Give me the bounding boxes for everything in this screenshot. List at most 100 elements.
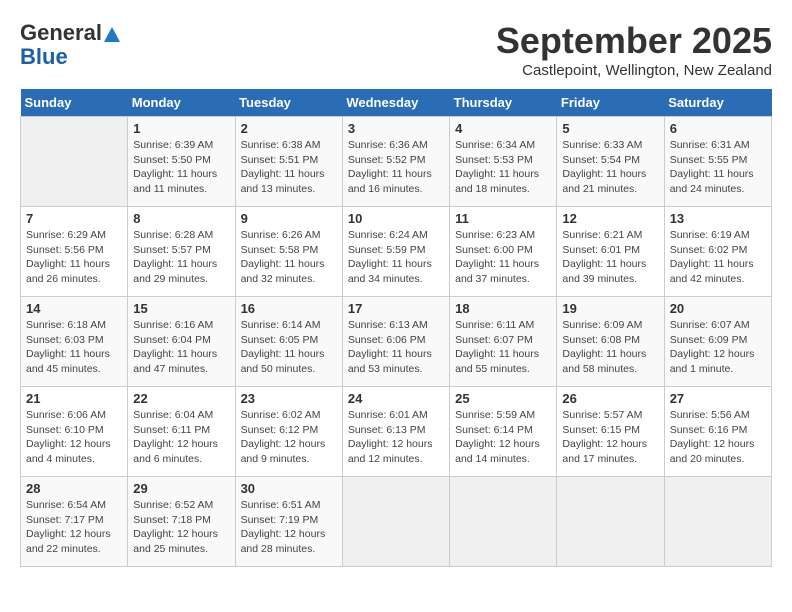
day-info: Sunrise: 6:19 AMSunset: 6:02 PMDaylight:… (670, 228, 766, 287)
day-info: Sunrise: 6:51 AMSunset: 7:19 PMDaylight:… (241, 498, 337, 557)
calendar-cell: 1Sunrise: 6:39 AMSunset: 5:50 PMDaylight… (128, 117, 235, 207)
logo-general: General (20, 20, 102, 45)
day-info: Sunrise: 6:01 AMSunset: 6:13 PMDaylight:… (348, 408, 444, 467)
day-info: Sunrise: 6:06 AMSunset: 6:10 PMDaylight:… (26, 408, 122, 467)
calendar-cell (450, 477, 557, 567)
day-number: 7 (26, 211, 122, 226)
day-info: Sunrise: 6:34 AMSunset: 5:53 PMDaylight:… (455, 138, 551, 197)
day-number: 16 (241, 301, 337, 316)
calendar-cell: 25 Sunrise: 5:59 AMSunset: 6:14 PMDayligh… (450, 387, 557, 477)
day-number: 29 (133, 481, 229, 496)
day-number: 19 (562, 301, 658, 316)
calendar-cell: 10 Sunrise: 6:24 AMSunset: 5:59 PMDayligh… (342, 207, 449, 297)
day-number: 4 (455, 121, 551, 136)
calendar-cell: 13 Sunrise: 6:19 AMSunset: 6:02 PMDayligh… (664, 207, 771, 297)
day-number: 28 (26, 481, 122, 496)
day-info: Sunrise: 6:07 AMSunset: 6:09 PMDaylight:… (670, 318, 766, 377)
day-info: Sunrise: 6:13 AMSunset: 6:06 PMDaylight:… (348, 318, 444, 377)
day-number: 1 (133, 121, 229, 136)
calendar-cell: 2 Sunrise: 6:38 AMSunset: 5:51 PMDaylight… (235, 117, 342, 207)
day-number: 5 (562, 121, 658, 136)
calendar-cell: 23Sunrise: 6:02 AMSunset: 6:12 PMDayligh… (235, 387, 342, 477)
day-info: Sunrise: 6:24 AMSunset: 5:59 PMDaylight:… (348, 228, 444, 287)
day-info: Sunrise: 6:02 AMSunset: 6:12 PMDaylight:… (241, 408, 337, 467)
day-of-week-header: Sunday (21, 89, 128, 117)
day-number: 8 (133, 211, 229, 226)
day-of-week-header: Friday (557, 89, 664, 117)
day-number: 20 (670, 301, 766, 316)
day-number: 15 (133, 301, 229, 316)
day-info: Sunrise: 6:23 AMSunset: 6:00 PMDaylight:… (455, 228, 551, 287)
calendar-cell: 22Sunrise: 6:04 AMSunset: 6:11 PMDayligh… (128, 387, 235, 477)
day-info: Sunrise: 6:21 AMSunset: 6:01 PMDaylight:… (562, 228, 658, 287)
calendar-cell: 21 Sunrise: 6:06 AMSunset: 6:10 PMDayligh… (21, 387, 128, 477)
calendar-cell: 24 Sunrise: 6:01 AMSunset: 6:13 PMDayligh… (342, 387, 449, 477)
calendar-week-row: 7 Sunrise: 6:29 AMSunset: 5:56 PMDaylight… (21, 207, 772, 297)
day-info: Sunrise: 6:09 AMSunset: 6:08 PMDaylight:… (562, 318, 658, 377)
day-number: 9 (241, 211, 337, 226)
day-number: 18 (455, 301, 551, 316)
day-number: 21 (26, 391, 122, 406)
location-subtitle: Castlepoint, Wellington, New Zealand (496, 62, 772, 79)
calendar-table: SundayMondayTuesdayWednesdayThursdayFrid… (20, 89, 772, 567)
day-number: 24 (348, 391, 444, 406)
day-info: Sunrise: 5:56 AMSunset: 6:16 PMDaylight:… (670, 408, 766, 467)
calendar-cell: 27Sunrise: 5:56 AMSunset: 6:16 PMDayligh… (664, 387, 771, 477)
calendar-cell (664, 477, 771, 567)
calendar-cell (342, 477, 449, 567)
calendar-cell: 17Sunrise: 6:13 AMSunset: 6:06 PMDayligh… (342, 297, 449, 387)
day-number: 25 (455, 391, 551, 406)
day-number: 3 (348, 121, 444, 136)
day-number: 11 (455, 211, 551, 226)
calendar-cell: 18Sunrise: 6:11 AMSunset: 6:07 PMDayligh… (450, 297, 557, 387)
day-of-week-header: Tuesday (235, 89, 342, 117)
day-info: Sunrise: 6:26 AMSunset: 5:58 PMDaylight:… (241, 228, 337, 287)
calendar-cell: 11 Sunrise: 6:23 AMSunset: 6:00 PMDayligh… (450, 207, 557, 297)
calendar-cell: 20 Sunrise: 6:07 AMSunset: 6:09 PMDayligh… (664, 297, 771, 387)
day-info: Sunrise: 6:18 AMSunset: 6:03 PMDaylight:… (26, 318, 122, 377)
day-number: 10 (348, 211, 444, 226)
calendar-cell: 15Sunrise: 6:16 AMSunset: 6:04 PMDayligh… (128, 297, 235, 387)
calendar-cell: 7 Sunrise: 6:29 AMSunset: 5:56 PMDaylight… (21, 207, 128, 297)
calendar-week-row: 1Sunrise: 6:39 AMSunset: 5:50 PMDaylight… (21, 117, 772, 207)
day-number: 30 (241, 481, 337, 496)
logo-blue: Blue (20, 44, 68, 70)
day-info: Sunrise: 6:33 AMSunset: 5:54 PMDaylight:… (562, 138, 658, 197)
calendar-week-row: 21 Sunrise: 6:06 AMSunset: 6:10 PMDayligh… (21, 387, 772, 477)
calendar-cell: 28 Sunrise: 6:54 AMSunset: 7:17 PMDayligh… (21, 477, 128, 567)
day-info: Sunrise: 5:59 AMSunset: 6:14 PMDaylight:… (455, 408, 551, 467)
days-of-week-row: SundayMondayTuesdayWednesdayThursdayFrid… (21, 89, 772, 117)
calendar-cell: 5 Sunrise: 6:33 AMSunset: 5:54 PMDaylight… (557, 117, 664, 207)
day-number: 14 (26, 301, 122, 316)
day-number: 12 (562, 211, 658, 226)
calendar-cell: 3 Sunrise: 6:36 AMSunset: 5:52 PMDaylight… (342, 117, 449, 207)
calendar-header: SundayMondayTuesdayWednesdayThursdayFrid… (21, 89, 772, 117)
day-number: 26 (562, 391, 658, 406)
day-of-week-header: Monday (128, 89, 235, 117)
day-info: Sunrise: 6:52 AMSunset: 7:18 PMDaylight:… (133, 498, 229, 557)
calendar-cell: 8Sunrise: 6:28 AMSunset: 5:57 PMDaylight… (128, 207, 235, 297)
calendar-cell: 29 Sunrise: 6:52 AMSunset: 7:18 PMDayligh… (128, 477, 235, 567)
title-block: September 2025 Castlepoint, Wellington, … (496, 20, 772, 79)
calendar-cell: 30 Sunrise: 6:51 AMSunset: 7:19 PMDayligh… (235, 477, 342, 567)
day-info: Sunrise: 6:54 AMSunset: 7:17 PMDaylight:… (26, 498, 122, 557)
logo: General Blue (20, 20, 120, 70)
day-info: Sunrise: 6:31 AMSunset: 5:55 PMDaylight:… (670, 138, 766, 197)
day-of-week-header: Thursday (450, 89, 557, 117)
day-number: 6 (670, 121, 766, 136)
page-header: General Blue September 2025 Castlepoint,… (20, 20, 772, 79)
day-info: Sunrise: 6:38 AMSunset: 5:51 PMDaylight:… (241, 138, 337, 197)
calendar-week-row: 14 Sunrise: 6:18 AMSunset: 6:03 PMDayligh… (21, 297, 772, 387)
day-info: Sunrise: 6:36 AMSunset: 5:52 PMDaylight:… (348, 138, 444, 197)
calendar-cell: 12 Sunrise: 6:21 AMSunset: 6:01 PMDayligh… (557, 207, 664, 297)
calendar-cell: 4 Sunrise: 6:34 AMSunset: 5:53 PMDaylight… (450, 117, 557, 207)
day-info: Sunrise: 6:29 AMSunset: 5:56 PMDaylight:… (26, 228, 122, 287)
day-info: Sunrise: 5:57 AMSunset: 6:15 PMDaylight:… (562, 408, 658, 467)
calendar-cell: 9 Sunrise: 6:26 AMSunset: 5:58 PMDaylight… (235, 207, 342, 297)
month-title: September 2025 (496, 20, 772, 62)
day-number: 2 (241, 121, 337, 136)
calendar-cell: 6 Sunrise: 6:31 AMSunset: 5:55 PMDaylight… (664, 117, 771, 207)
day-number: 13 (670, 211, 766, 226)
day-of-week-header: Wednesday (342, 89, 449, 117)
calendar-cell: 16Sunrise: 6:14 AMSunset: 6:05 PMDayligh… (235, 297, 342, 387)
